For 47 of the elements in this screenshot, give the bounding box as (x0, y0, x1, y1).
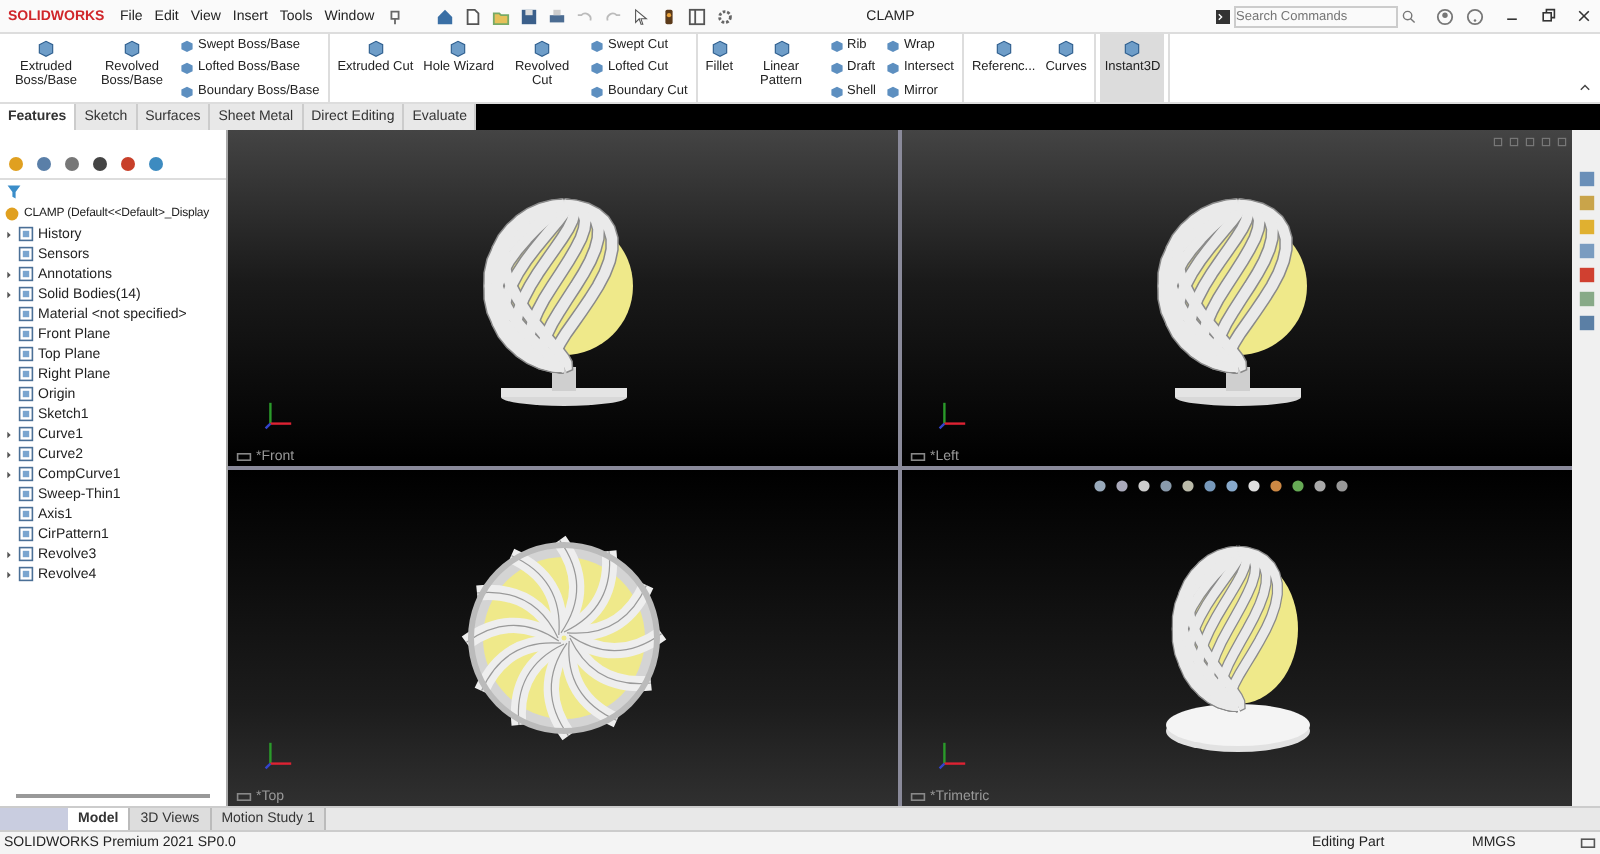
feature-icon (771, 38, 792, 58)
feature-icon (1122, 38, 1143, 58)
panel-icon[interactable] (688, 7, 707, 25)
axis-triad-icon (264, 738, 296, 770)
new-document-icon[interactable] (464, 7, 483, 25)
cursor-icon[interactable] (632, 7, 651, 25)
restore-icon[interactable] (1540, 8, 1556, 24)
axis-triad-icon (938, 398, 970, 430)
view-icon (236, 452, 252, 462)
expand-icon[interactable] (4, 429, 14, 439)
help-icon[interactable] (1466, 7, 1484, 25)
close-icon[interactable] (1576, 8, 1592, 24)
command-icon (1216, 9, 1230, 23)
view-icon (910, 452, 926, 462)
feature-icon (122, 38, 142, 58)
expand-icon[interactable] (4, 469, 14, 479)
user-icon[interactable] (1436, 7, 1454, 25)
search-icon (1402, 9, 1416, 23)
expand-icon[interactable] (4, 449, 14, 459)
scroll-bar[interactable] (16, 794, 210, 798)
filter-icon[interactable] (6, 184, 22, 200)
feature-icon (448, 38, 469, 58)
feature-icon (532, 38, 553, 58)
chat-icon[interactable] (1580, 835, 1596, 851)
settings-icon[interactable] (716, 7, 735, 25)
part-icon (4, 206, 20, 222)
expand-icon[interactable] (4, 289, 14, 299)
feature-icon (709, 38, 730, 58)
axis-triad-icon (264, 398, 296, 430)
view-icon (910, 792, 926, 802)
folder-icon[interactable] (492, 7, 511, 25)
feature-icon (993, 38, 1014, 58)
view-icon (236, 792, 252, 802)
collapse-icon[interactable] (1578, 80, 1592, 94)
print-icon[interactable] (548, 7, 567, 25)
expand-icon[interactable] (4, 549, 14, 559)
feature-icon (36, 38, 56, 58)
feature-icon (1056, 38, 1077, 58)
traffic-light-icon[interactable] (660, 7, 679, 25)
axis-triad-icon (938, 738, 970, 770)
expand-icon[interactable] (4, 269, 14, 279)
home-icon[interactable] (436, 7, 455, 25)
pin-icon[interactable] (386, 7, 405, 25)
feature-icon (365, 38, 386, 58)
expand-icon[interactable] (4, 229, 14, 239)
save-icon[interactable] (520, 7, 539, 25)
expand-icon[interactable] (4, 569, 14, 579)
